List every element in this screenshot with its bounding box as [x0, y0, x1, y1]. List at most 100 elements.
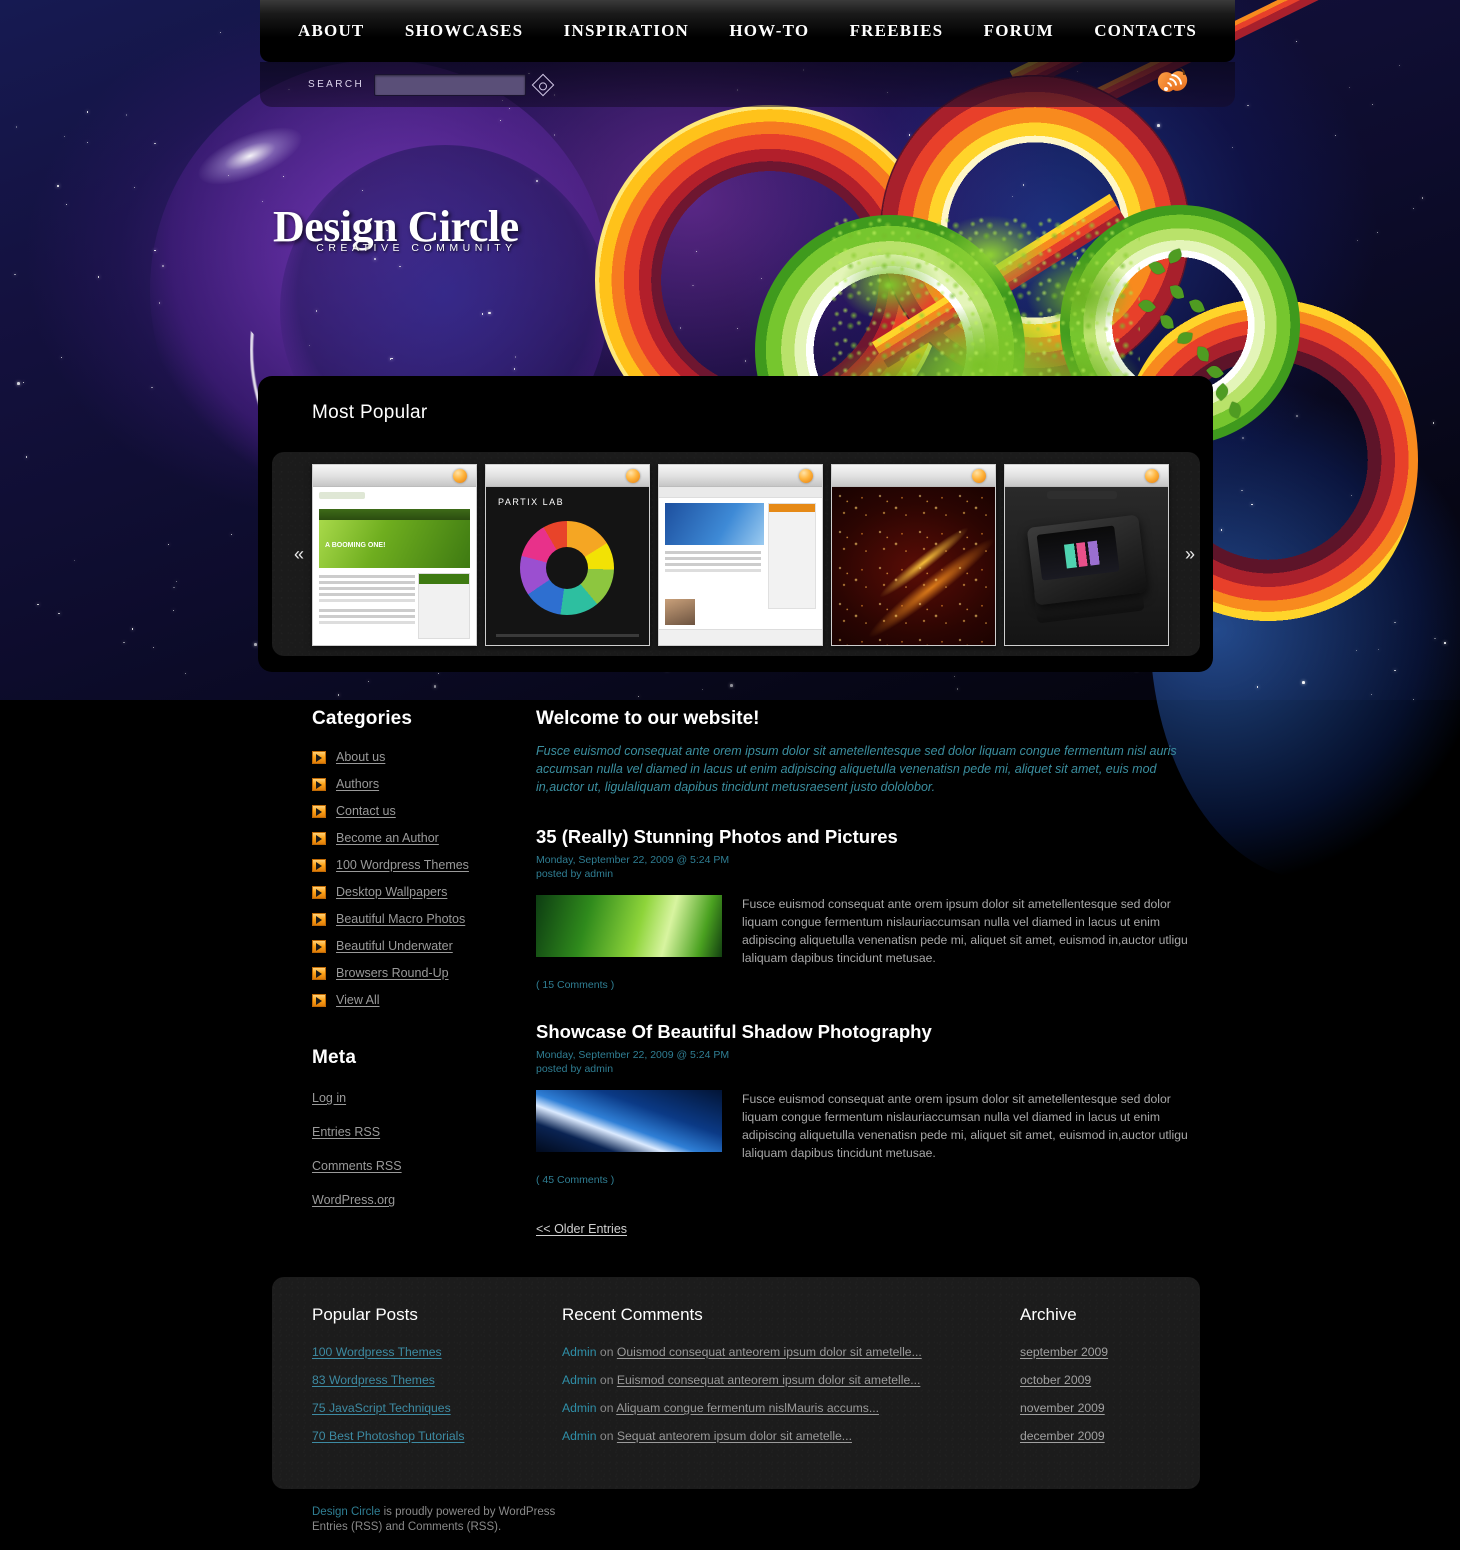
comment-author: Admin [562, 1429, 597, 1443]
post-title[interactable]: 35 (Really) Stunning Photos and Pictures [536, 826, 1208, 848]
nav-item-about[interactable]: ABOUT [298, 21, 364, 41]
post-thumbnail-blue-space[interactable] [536, 1090, 722, 1152]
post-excerpt: Fusce euismod consequat ante orem ipsum … [742, 897, 1188, 965]
footer-panel: Popular Posts 100 Wordpress Themes 83 Wor… [272, 1277, 1200, 1489]
nav-item-inspiration[interactable]: INSPIRATION [564, 21, 689, 41]
popular-post-link[interactable]: 70 Best Photoshop Tutorials [312, 1429, 464, 1443]
popular-post-link[interactable]: 75 JavaScript Techniques [312, 1401, 451, 1415]
post-title[interactable]: Showcase Of Beautiful Shadow Photography [536, 1021, 1208, 1043]
list-item: Comments RSS [312, 1157, 542, 1175]
sidebar-category-link[interactable]: 100 Wordpress Themes [336, 858, 469, 872]
arrow-right-icon [312, 885, 326, 899]
popular-post-link[interactable]: 100 Wordpress Themes [312, 1345, 442, 1359]
meta-link[interactable]: Comments RSS [312, 1159, 402, 1173]
sidebar-category-link[interactable]: Beautiful Macro Photos [336, 912, 465, 926]
post-meta: Monday, September 22, 2009 @ 5:24 PM pos… [536, 1048, 1208, 1076]
comment-link[interactable]: Ouismod consequat anteorem ipsum dolor s… [617, 1345, 922, 1359]
comment-link[interactable]: Sequat anteorem ipsum dolor sit ametelle… [617, 1429, 852, 1443]
arrow-right-icon [312, 858, 326, 872]
carousel-thumb-3[interactable] [658, 464, 823, 646]
comment-on-label: on [596, 1373, 617, 1387]
categories-title: Categories [312, 708, 413, 729]
arrow-right-icon [312, 777, 326, 791]
archive-link[interactable]: october 2009 [1020, 1373, 1091, 1387]
meta-link[interactable]: Entries RSS [312, 1125, 380, 1139]
arrow-right-icon [312, 939, 326, 953]
thumb-titlebar [659, 465, 822, 487]
search-icon[interactable] [531, 73, 555, 96]
nav-item-forum[interactable]: FORUM [984, 21, 1054, 41]
post-body: Fusce euismod consequat ante orem ipsum … [536, 1090, 1208, 1162]
meta-link[interactable]: WordPress.org [312, 1193, 395, 1207]
carousel-thumb-1[interactable] [312, 464, 477, 646]
sidebar-category-link[interactable]: Authors [336, 777, 379, 791]
popular-posts-title: Popular Posts [312, 1305, 418, 1324]
arrow-right-icon [312, 912, 326, 926]
most-popular-title: Most Popular [312, 402, 428, 423]
list-item: Beautiful Underwater [312, 939, 542, 953]
carousel-thumb-5[interactable] [1004, 464, 1169, 646]
thumb-titlebar [313, 465, 476, 487]
list-item: Browsers Round-Up [312, 966, 542, 980]
post-excerpt: Fusce euismod consequat ante orem ipsum … [742, 1092, 1188, 1160]
list-item: 100 Wordpress Themes [312, 858, 542, 872]
popular-posts-list: 100 Wordpress Themes 83 Wordpress Themes 7… [312, 1345, 542, 1443]
sidebar-category-link[interactable]: Contact us [336, 804, 396, 818]
comment-link[interactable]: Aliquam congue fermentum nislMauris accu… [616, 1401, 879, 1415]
copyright-line1: is proudly powered by WordPress [380, 1506, 556, 1518]
comment-author: Admin [562, 1345, 597, 1359]
list-item: Become an Author [312, 831, 542, 845]
list-item: Admin on Aliquam congue fermentum nislMa… [562, 1401, 982, 1415]
thumb-caption: PARTIX LAB [498, 497, 565, 507]
post-author: posted by admin [536, 868, 614, 880]
sidebar-category-link[interactable]: Beautiful Underwater [336, 939, 453, 953]
sidebar-category-link[interactable]: About us [336, 750, 385, 764]
copyright-brand[interactable]: Design Circle [312, 1506, 380, 1518]
list-item: Authors [312, 777, 542, 791]
nav-item-how-to[interactable]: HOW-TO [729, 21, 809, 41]
sidebar-category-link[interactable]: Browsers Round-Up [336, 966, 449, 980]
carousel-thumb-2[interactable]: PARTIX LAB [485, 464, 650, 646]
welcome-heading: Welcome to our website! [536, 708, 760, 729]
comment-link[interactable]: Euismod consequat anteorem ipsum dolor s… [617, 1373, 921, 1387]
post-comments-count[interactable]: ( 15 Comments ) [536, 979, 1208, 991]
site-logo[interactable]: Design Circle CREATIVE COMMUNITY [273, 205, 519, 255]
sidebar-category-link[interactable]: View All [336, 993, 380, 1007]
list-item: Admin on Sequat anteorem ipsum dolor sit… [562, 1429, 982, 1443]
post-thumbnail-green-leaf[interactable] [536, 895, 722, 957]
nav-item-freebies[interactable]: FREEBIES [850, 21, 944, 41]
sidebar-category-link[interactable]: Desktop Wallpapers [336, 885, 447, 899]
nav-item-showcases[interactable]: SHOWCASES [405, 21, 524, 41]
list-item: 83 Wordpress Themes [312, 1373, 542, 1387]
archive-link[interactable]: november 2009 [1020, 1401, 1105, 1415]
post-body: Fusce euismod consequat ante orem ipsum … [536, 895, 1208, 967]
search-input[interactable] [374, 73, 527, 96]
thumb-titlebar [832, 465, 995, 487]
archive-link[interactable]: september 2009 [1020, 1345, 1108, 1359]
categories-list: About us Authors Contact us Become an Autho… [312, 750, 542, 1007]
footer-archive: Archive september 2009 october 2009 novemb… [1020, 1305, 1190, 1457]
sidebar-category-link[interactable]: Become an Author [336, 831, 439, 845]
main-navigation[interactable]: ABOUT SHOWCASES INSPIRATION HOW-TO FREEB… [260, 0, 1235, 62]
thumb-image-blue-corporate [659, 487, 822, 645]
carousel-prev-icon[interactable]: « [289, 544, 309, 564]
arrow-right-icon [312, 804, 326, 818]
arrow-right-icon [312, 993, 326, 1007]
rss-heart-icon[interactable] [1154, 68, 1191, 100]
popular-post-link[interactable]: 83 Wordpress Themes [312, 1373, 435, 1387]
carousel-thumb-4[interactable] [831, 464, 996, 646]
older-entries-link[interactable]: << Older Entries [536, 1222, 627, 1236]
orange-dot-icon [972, 469, 986, 483]
post-comments-count[interactable]: ( 45 Comments ) [536, 1174, 1208, 1186]
galaxy-glow [191, 115, 309, 197]
comment-on-label: on [596, 1401, 617, 1415]
nav-item-contacts[interactable]: CONTACTS [1094, 21, 1197, 41]
comment-author: Admin [562, 1373, 597, 1387]
meta-link[interactable]: Log in [312, 1091, 346, 1105]
archive-link[interactable]: december 2009 [1020, 1429, 1105, 1443]
comment-author: Admin [562, 1401, 597, 1415]
list-item: WordPress.org [312, 1191, 542, 1209]
carousel-next-icon[interactable]: » [1180, 544, 1200, 564]
comment-on-label: on [596, 1345, 617, 1359]
meta-title: Meta [312, 1047, 357, 1068]
